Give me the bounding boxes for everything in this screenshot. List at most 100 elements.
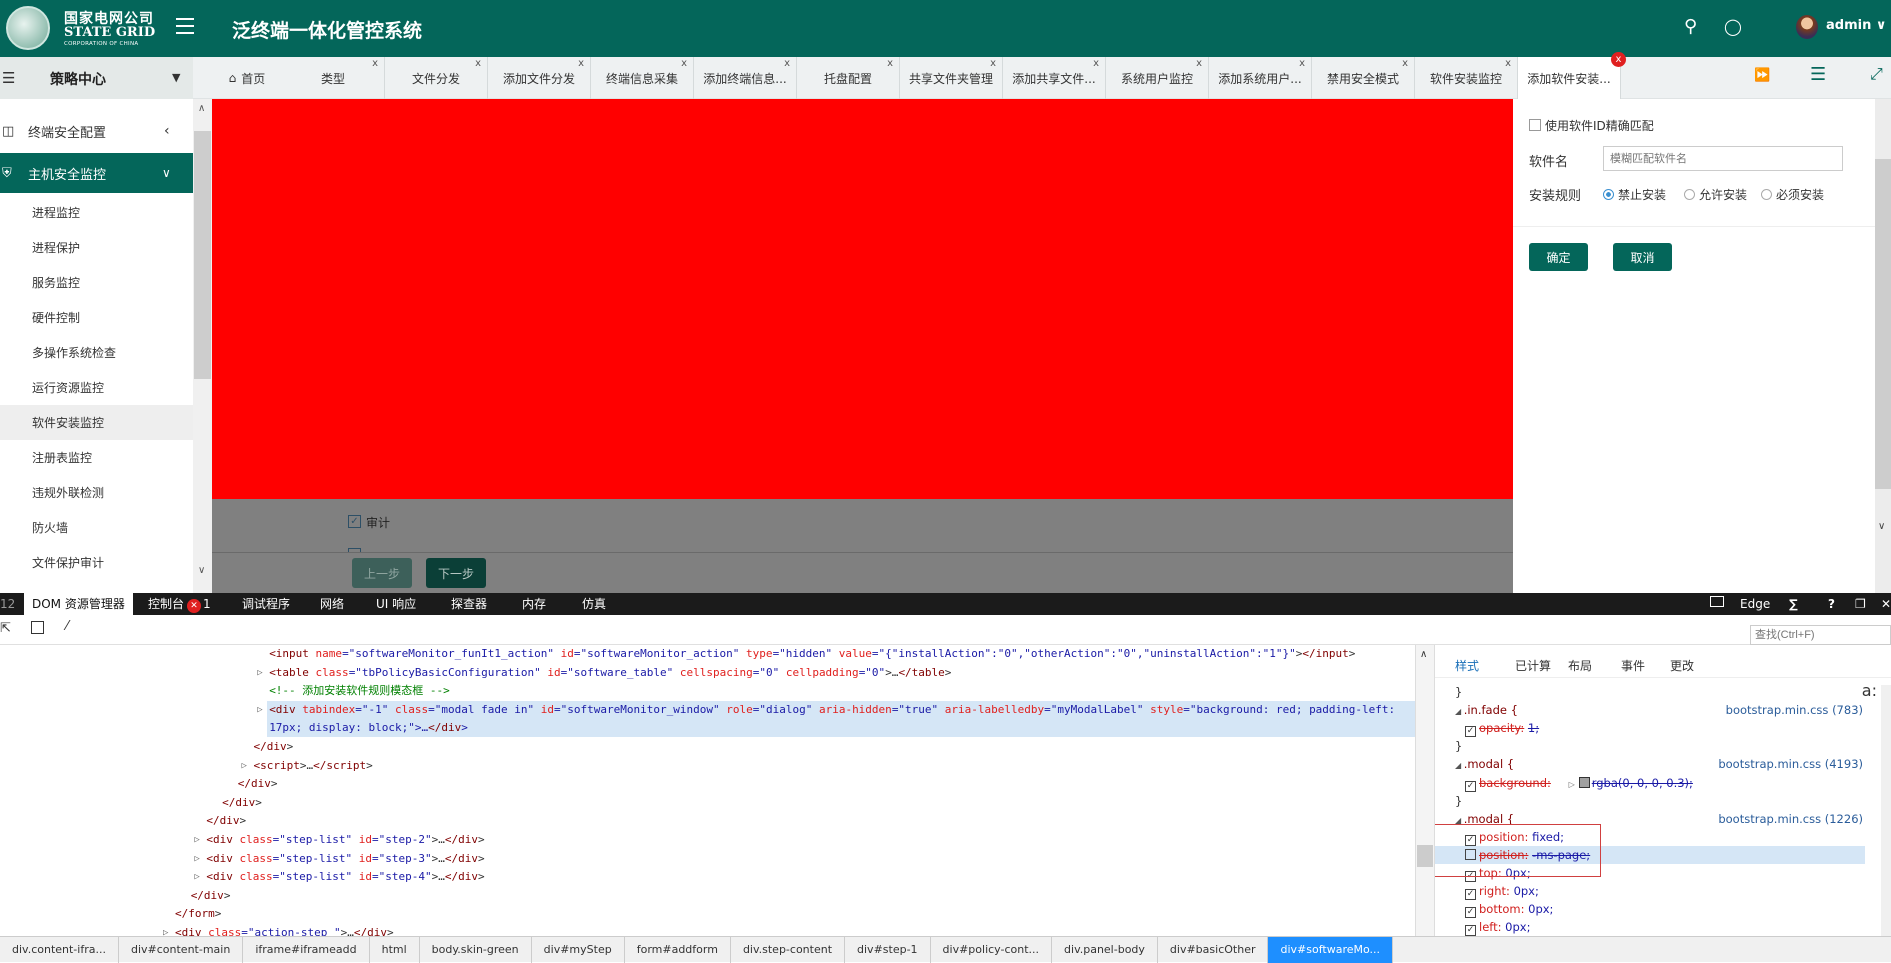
dom-node-line[interactable]: <table class="tbPolicyBasicConfiguration… — [269, 664, 951, 682]
dom-node-line[interactable]: <div tabindex="-1" class="modal fade in"… — [267, 700, 1415, 719]
expand-triangle-icon[interactable]: ▷ — [194, 872, 199, 882]
close-icon[interactable]: x — [681, 58, 687, 69]
breadcrumb-item[interactable]: iframe#iframeadd — [243, 937, 370, 963]
devtools-tab[interactable]: 仿真 — [582, 593, 606, 615]
scroll-up-icon[interactable]: ∧ — [1420, 649, 1427, 660]
expand-triangle-icon[interactable]: ▷ — [257, 668, 262, 678]
close-icon[interactable]: x — [1299, 58, 1305, 69]
close-icon[interactable]: x — [1402, 58, 1408, 69]
tab-item[interactable]: 共享文件夹管理 x — [900, 57, 1003, 99]
fullscreen-icon[interactable]: ⤢ — [1870, 64, 1883, 84]
close-icon[interactable]: x — [372, 58, 378, 69]
tab-item[interactable]: 系统用户监控 x — [1106, 57, 1209, 99]
color-picker-icon[interactable]: ⁄ — [66, 619, 68, 634]
close-icon[interactable]: x — [578, 58, 584, 69]
undock-icon[interactable]: ❐ — [1855, 593, 1866, 615]
sidebar-item[interactable]: 进程保护 — [0, 230, 193, 265]
style-line[interactable]: ✓ bottom: 0px; — [1465, 900, 1553, 919]
dom-scrollbar[interactable]: ∧ — [1415, 645, 1435, 936]
sidebar-item[interactable]: 硬件控制 — [0, 300, 193, 335]
dom-node-line[interactable]: </div> — [238, 775, 278, 793]
style-line[interactable]: ✓ opacity: 1; — [1465, 719, 1539, 738]
breadcrumb-item[interactable]: div.step-content — [731, 937, 846, 963]
close-icon[interactable]: x — [1093, 58, 1099, 69]
expand-triangle-icon[interactable]: ▷ — [257, 705, 262, 715]
dom-node-line[interactable]: </div> — [254, 738, 294, 756]
breadcrumb-item[interactable]: div#softwareMo... — [1268, 937, 1394, 963]
sidebar-item[interactable]: 文件保护审计 — [0, 545, 193, 580]
sidebar-item[interactable]: 防火墙 — [0, 510, 193, 545]
sidebar-header[interactable]: ☰ 策略中心 ▼ — [0, 57, 193, 99]
scroll-tabs-right-icon[interactable]: ⏩ — [1754, 68, 1770, 83]
scrollbar-thumb[interactable] — [194, 131, 211, 379]
dom-node-line[interactable]: 17px; display: block;">…</div> — [267, 719, 1415, 738]
sidebar-item[interactable]: 运行资源监控 — [0, 370, 193, 405]
styles-tab[interactable]: 布局 — [1568, 657, 1592, 674]
breadcrumb-item[interactable]: div#step-1 — [845, 937, 931, 963]
breadcrumb-item[interactable]: html — [370, 937, 420, 963]
confirm-button[interactable]: 确定 — [1529, 243, 1588, 271]
property-checkbox[interactable]: ✓ — [1465, 925, 1476, 936]
dom-node-line[interactable]: <div class="action-step ">…</div> — [175, 924, 394, 936]
scroll-down-icon[interactable]: ∨ — [1878, 521, 1885, 532]
css-source-link[interactable]: bootstrap.min.css (783) — [1726, 701, 1863, 719]
skin-shirt-icon[interactable]: ◯ — [1724, 17, 1742, 36]
sidebar-item[interactable]: 服务监控 — [0, 265, 193, 300]
close-icon[interactable]: ✕ — [1881, 593, 1891, 615]
scrollbar-thumb[interactable] — [1875, 159, 1891, 489]
audit-checkbox[interactable]: ✓ — [348, 515, 361, 528]
breadcrumb-item[interactable]: body.skin-green — [420, 937, 532, 963]
tab-item[interactable]: 托盘配置 x — [797, 57, 900, 99]
tab-item[interactable]: 类型 x — [282, 57, 385, 99]
close-icon[interactable]: x — [475, 58, 481, 69]
breadcrumb-item[interactable]: form#addform — [625, 937, 731, 963]
dom-node-line[interactable]: </div> — [191, 887, 231, 905]
page-scrollbar[interactable]: ∨ — [1875, 99, 1891, 593]
devtools-tab[interactable]: 网络 — [320, 593, 344, 615]
menu-toggle-icon[interactable] — [176, 18, 194, 34]
collapse-triangle-icon[interactable]: ◢ — [1455, 707, 1464, 716]
user-menu[interactable]: admin ∨ — [1826, 18, 1886, 33]
cancel-button[interactable]: 取消 — [1613, 243, 1672, 271]
next-step-button[interactable]: 下一步 — [426, 558, 486, 588]
devtools-tab[interactable]: 探查器 — [451, 593, 487, 615]
tab-item[interactable]: 禁用安全模式 x — [1312, 57, 1415, 99]
tab-item[interactable]: 添加文件分发 x — [488, 57, 591, 99]
pseudo-state-toggle[interactable]: a: — [1862, 681, 1877, 700]
sidebar-group-terminal-config[interactable]: ◫ 终端安全配置 ‹ — [0, 111, 193, 151]
dom-node-line[interactable]: <!-- 添加安装软件规则模态框 --> — [269, 682, 450, 700]
exact-match-checkbox[interactable] — [1529, 119, 1541, 131]
search-icon[interactable]: ⚲ — [1684, 16, 1697, 37]
collapse-triangle-icon[interactable]: ◢ — [1455, 761, 1464, 770]
style-line[interactable]: ✓ background: ▷ rgba(0, 0, 0, 0.3); — [1465, 774, 1693, 792]
sidebar-scrollbar[interactable]: ∧ ∨ — [193, 99, 212, 593]
styles-tab[interactable]: 更改 — [1670, 657, 1694, 674]
close-icon[interactable]: x — [1505, 58, 1511, 69]
highlight-element-icon[interactable] — [31, 621, 44, 634]
dom-node-line[interactable]: </form> — [175, 905, 221, 923]
sidebar-group-host-security[interactable]: ⛨ 主机安全监控 ∨ — [0, 153, 193, 193]
help-icon[interactable]: ? — [1828, 593, 1835, 615]
style-line[interactable]: ✓ left: 0px; — [1465, 918, 1530, 936]
styles-tab[interactable]: 已计算 — [1515, 657, 1551, 674]
styles-scrollbar[interactable] — [1881, 685, 1891, 936]
tab-item[interactable]: 添加共享文件... x — [1003, 57, 1106, 99]
property-checkbox[interactable]: ✓ — [1465, 780, 1476, 792]
avatar[interactable] — [1796, 15, 1818, 39]
browser-mode-dropdown[interactable]: Edge — [1740, 593, 1770, 615]
close-icon[interactable]: x — [1196, 58, 1202, 69]
sidebar-item[interactable]: 注册表监控 — [0, 440, 193, 475]
devtools-tab[interactable]: 调试程序 — [242, 593, 290, 615]
dom-node-line[interactable]: <div class="step-list" id="step-2">…</di… — [206, 831, 484, 849]
property-checkbox[interactable]: ✓ — [1465, 907, 1476, 919]
scrollbar-thumb[interactable] — [1417, 845, 1433, 867]
tab-item[interactable]: 添加终端信息... x — [694, 57, 797, 99]
find-input[interactable] — [1750, 625, 1891, 645]
console-toggle-icon[interactable]: ∑ — [1789, 593, 1798, 615]
tab-item[interactable]: 文件分发 x — [385, 57, 488, 99]
styles-tab[interactable]: 样式 — [1455, 657, 1479, 674]
sidebar-item[interactable]: 多操作系统检查 — [0, 335, 193, 370]
breadcrumb-item[interactable]: div#policy-cont... — [931, 937, 1053, 963]
css-source-link[interactable]: bootstrap.min.css (4193) — [1718, 755, 1863, 773]
expand-triangle-icon[interactable]: ▷ — [194, 835, 199, 845]
